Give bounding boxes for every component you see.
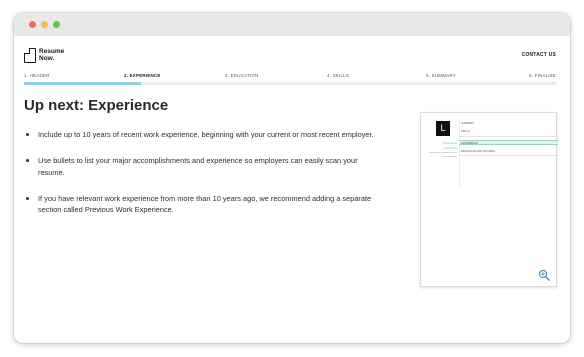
logo-text: Resume Now. bbox=[39, 48, 64, 62]
zoom-in-icon[interactable] bbox=[538, 269, 550, 281]
document-icon bbox=[23, 47, 36, 63]
close-window-button[interactable] bbox=[29, 21, 36, 28]
preview-section-skills: SKILLS bbox=[461, 130, 470, 133]
preview-section-education: EDUCATION AND TRAINING bbox=[461, 150, 496, 153]
preview-monogram: L bbox=[436, 121, 450, 136]
tip-item: Use bullets to list your major accomplis… bbox=[24, 155, 384, 178]
preview-section-experience: EXPERIENCE bbox=[459, 140, 558, 145]
tip-item: If you have relevant work experience fro… bbox=[24, 193, 384, 216]
maximize-window-button[interactable] bbox=[53, 21, 60, 28]
step-summary[interactable]: 5. SUMMARY bbox=[426, 73, 456, 78]
step-skills[interactable]: 4. SKILLS bbox=[327, 73, 349, 78]
step-finalize[interactable]: 6. FINALIZE bbox=[529, 73, 556, 78]
progress-steps: 1. HEADER 2. EXPERIENCE 3. EDUCATION 4. … bbox=[24, 73, 556, 81]
preview-divider bbox=[459, 155, 558, 156]
preview-contact-line bbox=[429, 152, 457, 153]
tip-item: Include up to 10 years of recent work ex… bbox=[24, 129, 384, 141]
progress-track bbox=[24, 82, 556, 85]
preview-divider bbox=[459, 136, 558, 137]
progress-fill bbox=[24, 82, 142, 85]
resume-preview[interactable]: L First Name Last Name SUMMARY SKILLS EX… bbox=[420, 112, 558, 287]
preview-section-summary: SUMMARY bbox=[461, 122, 475, 125]
preview-contact-line bbox=[443, 156, 457, 157]
logo-line-1: Resume bbox=[39, 48, 65, 55]
logo-line-2: Now. bbox=[39, 55, 55, 62]
step-education[interactable]: 3. EDUCATION bbox=[225, 73, 259, 78]
preview-first-name: First Name bbox=[443, 141, 457, 145]
page-title: Up next: Experience bbox=[24, 97, 169, 114]
minimize-window-button[interactable] bbox=[41, 21, 48, 28]
preview-last-name: Last Name bbox=[443, 146, 457, 150]
title-bar bbox=[14, 13, 570, 36]
step-experience[interactable]: 2. EXPERIENCE bbox=[124, 73, 161, 78]
contact-us-link[interactable]: CONTACT US bbox=[522, 52, 556, 58]
tips-list: Include up to 10 years of recent work ex… bbox=[24, 129, 384, 230]
browser-window: Resume Now. CONTACT US 1. HEADER 2. EXPE… bbox=[14, 13, 570, 343]
step-header[interactable]: 1. HEADER bbox=[24, 73, 50, 78]
